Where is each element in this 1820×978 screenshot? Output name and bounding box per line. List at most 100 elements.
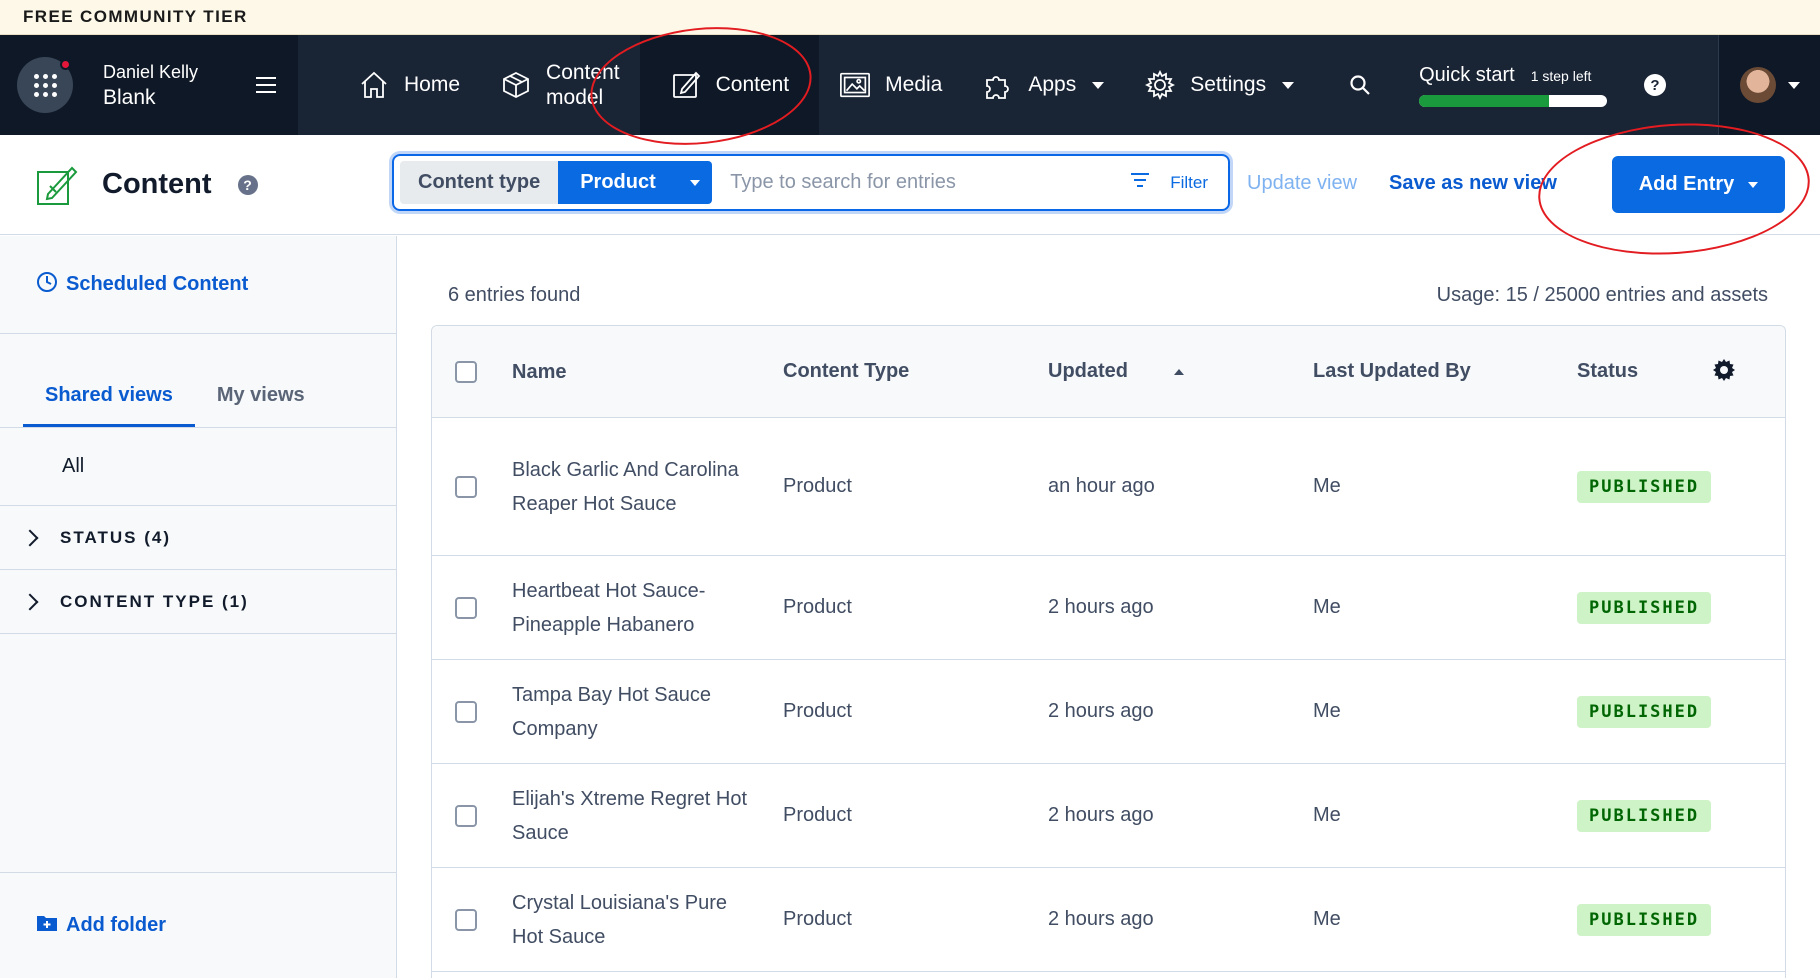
edit-icon — [670, 69, 702, 101]
entries-count: 6 entries found — [448, 284, 581, 306]
col-last-updated-by[interactable]: Last Updated By — [1313, 360, 1471, 383]
clock-icon — [36, 271, 58, 299]
quick-start[interactable]: Quick start 1 step left — [1419, 35, 1608, 135]
folder-status[interactable]: STATUS (4) — [0, 506, 396, 570]
notification-dot — [60, 59, 71, 70]
search-icon[interactable] — [1349, 35, 1371, 135]
nav-media[interactable]: Media — [819, 35, 962, 135]
app-grid-icon[interactable] — [17, 57, 73, 113]
entry-updated-by: Me — [1313, 908, 1341, 930]
entry-updated: an hour ago — [1048, 475, 1155, 497]
save-as-new-view-link[interactable]: Save as new view — [1389, 172, 1557, 195]
select-all-checkbox[interactable] — [455, 360, 477, 383]
add-entry-button[interactable]: Add Entry — [1612, 156, 1785, 213]
views-sidebar: Scheduled Content Shared views My views … — [0, 236, 397, 978]
table-row[interactable]: Elijah's Xtreme Regret Hot Sauce Product… — [432, 764, 1785, 868]
table-row[interactable]: Black Garlic And Carolina Reaper Hot Sau… — [432, 418, 1785, 556]
entry-name[interactable]: Elijah's Xtreme Regret Hot Sauce — [512, 782, 752, 850]
org-name: Daniel Kelly Blank — [103, 59, 198, 111]
nav-settings[interactable]: Settings — [1124, 35, 1314, 135]
content-header: Content ? Content type Product Filter Up… — [0, 135, 1820, 235]
col-name[interactable]: Name — [512, 355, 752, 389]
table-row[interactable]: Crystal Louisiana's Pure Hot Sauce Produ… — [432, 868, 1785, 972]
col-status[interactable]: Status — [1577, 360, 1638, 383]
status-badge: PUBLISHED — [1577, 800, 1712, 832]
tab-my-views[interactable]: My views — [195, 384, 327, 427]
entry-updated-by: Me — [1313, 596, 1341, 618]
row-checkbox[interactable] — [455, 700, 477, 723]
entry-updated: 2 hours ago — [1048, 804, 1154, 826]
entry-name[interactable]: Heartbeat Hot Sauce-Pineapple Habanero — [512, 574, 752, 642]
row-checkbox[interactable] — [455, 908, 477, 931]
entry-updated: 2 hours ago — [1048, 700, 1154, 722]
table-row[interactable]: Tampa Bay Hot Sauce Company Product 2 ho… — [432, 660, 1785, 764]
nav-content-model-label-1: Content — [546, 61, 620, 84]
chevron-down-icon — [1092, 81, 1105, 89]
table-row[interactable]: Heartbeat Hot Sauce-Pineapple Habanero P… — [432, 556, 1785, 660]
folder-plus-icon — [36, 914, 58, 938]
update-view-link[interactable]: Update view — [1247, 172, 1357, 195]
chevron-down-icon — [1787, 81, 1800, 89]
filter-label: Filter — [1170, 172, 1208, 192]
chevron-down-icon — [1748, 181, 1759, 188]
tab-shared-views[interactable]: Shared views — [23, 384, 195, 427]
entry-updated-by: Me — [1313, 475, 1341, 497]
org-name-line1: Daniel Kelly — [103, 62, 199, 82]
nav-home[interactable]: Home — [338, 35, 480, 135]
table-header: Name Content Type Updated Last Updated B… — [432, 326, 1785, 418]
nav-settings-label: Settings — [1190, 73, 1267, 96]
row-checkbox[interactable] — [455, 475, 477, 498]
nav-content-model[interactable]: Content model — [480, 35, 640, 135]
avatar — [1739, 67, 1776, 103]
add-folder-button[interactable]: Add folder — [0, 872, 396, 978]
entry-name[interactable]: Black Garlic And Carolina Reaper Hot Sau… — [512, 453, 752, 521]
gear-icon — [1144, 69, 1176, 101]
cube-icon — [500, 69, 532, 101]
entry-updated: 2 hours ago — [1048, 908, 1154, 930]
view-all[interactable]: All — [0, 428, 396, 506]
search-bar: Content type Product Filter — [392, 154, 1230, 211]
status-badge: PUBLISHED — [1577, 592, 1712, 624]
question-icon[interactable]: ? — [237, 174, 258, 195]
nav-content[interactable]: Content — [639, 35, 820, 135]
folder-content-type-label: CONTENT TYPE (1) — [60, 591, 249, 611]
usage-text: Usage: 15 / 25000 entries and assets — [1436, 284, 1768, 306]
help-icon[interactable]: ? — [1643, 35, 1667, 135]
filter-button[interactable]: Filter — [1130, 172, 1222, 193]
content-type-select[interactable]: Product — [558, 161, 713, 204]
col-updated-label: Updated — [1048, 360, 1128, 382]
entry-updated: 2 hours ago — [1048, 596, 1154, 618]
add-entry-label: Add Entry — [1638, 173, 1735, 195]
entries-table: Name Content Type Updated Last Updated B… — [431, 325, 1786, 978]
nav-apps-label: Apps — [1028, 73, 1077, 96]
nav-apps[interactable]: Apps — [962, 35, 1124, 135]
nav-home-label: Home — [404, 73, 461, 96]
quick-start-progress — [1419, 94, 1608, 107]
scheduled-content-link[interactable]: Scheduled Content — [0, 236, 396, 334]
folder-status-label: STATUS (4) — [60, 527, 171, 547]
row-checkbox[interactable] — [455, 804, 477, 827]
main-nav: Home Content model Content Media Apps Se… — [338, 35, 1314, 135]
entry-content-type: Product — [783, 804, 852, 826]
col-content-type[interactable]: Content Type — [783, 360, 909, 383]
org-switcher[interactable]: Daniel Kelly Blank — [0, 35, 298, 135]
image-icon — [839, 69, 871, 101]
chevron-right-icon — [21, 529, 39, 546]
nav-content-model-label-2: model — [546, 86, 604, 109]
chevron-down-icon — [1282, 81, 1295, 89]
page-title: Content — [102, 168, 212, 200]
column-settings-gear-icon[interactable] — [1712, 358, 1736, 388]
row-checkbox[interactable] — [455, 596, 477, 619]
hamburger-menu-icon[interactable] — [256, 77, 276, 98]
entry-name[interactable]: Crystal Louisiana's Pure Hot Sauce — [512, 886, 752, 954]
folder-content-type[interactable]: CONTENT TYPE (1) — [0, 570, 396, 634]
view-tabs: Shared views My views — [0, 334, 396, 428]
col-updated[interactable]: Updated — [1048, 360, 1184, 383]
nav-media-label: Media — [885, 73, 943, 96]
add-folder-label: Add folder — [66, 914, 166, 936]
status-badge: PUBLISHED — [1577, 471, 1712, 503]
search-input[interactable] — [730, 171, 1131, 194]
entry-name[interactable]: Tampa Bay Hot Sauce Company — [512, 678, 752, 746]
user-menu[interactable] — [1718, 35, 1820, 135]
entry-updated-by: Me — [1313, 700, 1341, 722]
